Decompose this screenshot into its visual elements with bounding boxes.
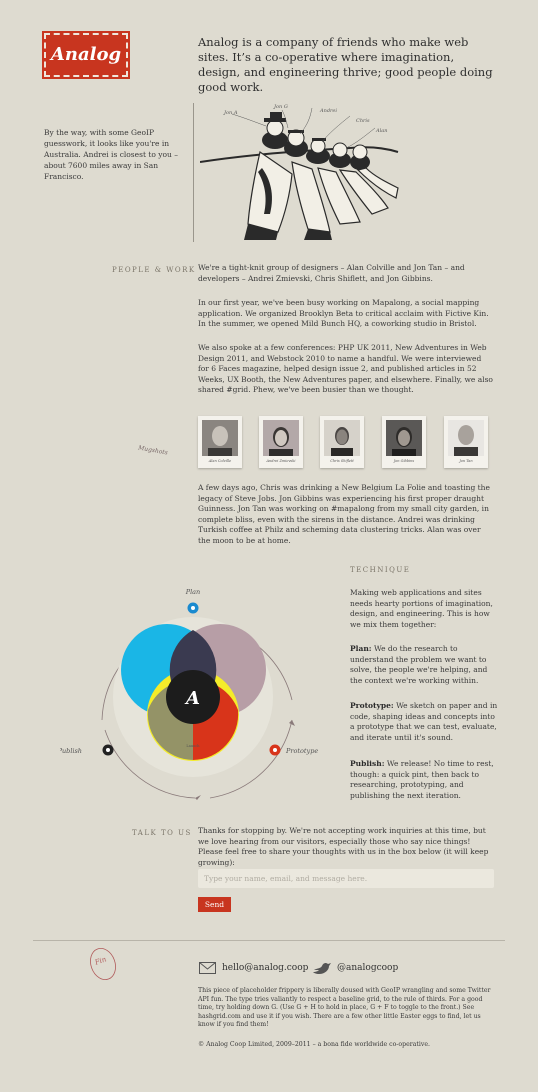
sketch-label: Jon G xyxy=(273,104,288,110)
copyright: © Analog Coop Limited, 2009–2011 – a bon… xyxy=(198,1041,430,1048)
photo-caption: Alan Colville xyxy=(208,459,232,463)
people-paragraph: We also spoke at a few conferences: PHP … xyxy=(198,343,493,394)
people-paragraph: We're a tight-knit group of designers – … xyxy=(198,263,465,283)
message-input[interactable]: Type your name, email, and message here. xyxy=(198,869,494,888)
mugshots-note: Mugshots xyxy=(137,444,169,457)
team-photo[interactable]: Jon Gibbins xyxy=(382,416,426,468)
portrait-image xyxy=(202,420,238,456)
talk-text: Thanks for stopping by. We're not accept… xyxy=(198,826,489,867)
divider-line xyxy=(193,103,194,242)
sketch-label: Andrei xyxy=(319,108,337,114)
send-button[interactable]: Send xyxy=(198,897,231,912)
diagram-center-mark: A xyxy=(184,688,200,709)
technique-item-prototype: Prototype: We sketch on paper and in cod… xyxy=(350,701,500,743)
logo[interactable]: Analog xyxy=(42,31,130,79)
portrait-image xyxy=(324,420,360,456)
photo-caption: Jon Gibbins xyxy=(393,459,415,463)
technique-item-title: Plan: xyxy=(350,644,372,653)
people-work-label: People & Work xyxy=(112,266,196,274)
sketch-label: Jon A xyxy=(223,110,238,116)
technique-intro: Making web applications and sites needs … xyxy=(350,588,493,629)
intro-statement: Analog is a company of friends who make … xyxy=(198,35,493,94)
team-photo[interactable]: Chris Shiflett xyxy=(320,416,364,468)
fine-print: This piece of placeholder frippery is li… xyxy=(198,987,491,1028)
publish-label: Publish xyxy=(60,747,82,755)
technique-label: Technique xyxy=(350,566,411,574)
technique-item-plan: Plan: We do the research to understand t… xyxy=(350,644,500,686)
team-photo[interactable]: Jon Tan xyxy=(444,416,488,468)
talk-label: Talk to us xyxy=(132,829,192,837)
sketch-label: Alan xyxy=(375,128,387,134)
portrait-image xyxy=(386,420,422,456)
team-photo[interactable]: Andrei Zmievski xyxy=(259,416,303,468)
people-paragraph: A few days ago, Chris was drinking a New… xyxy=(198,483,490,545)
photo-caption: Jon Tan xyxy=(459,459,473,463)
geoip-note: By the way, with some GeoIP guesswork, i… xyxy=(44,128,178,181)
plan-label: Plan xyxy=(185,588,201,596)
diagram-small-label: Launch xyxy=(186,744,200,748)
portrait-image xyxy=(448,420,484,456)
technique-item-publish: Publish: We release! No time to rest, th… xyxy=(350,759,500,801)
technique-diagram: A Launch Plan Publish Prototype xyxy=(60,588,318,800)
team-photo[interactable]: Alan Colville xyxy=(198,416,242,468)
sketch-label: Chris xyxy=(356,118,370,124)
footer-divider xyxy=(33,940,505,941)
people-paragraph: In our first year, we've been busy worki… xyxy=(198,298,489,328)
tug-of-war-illustration: Jon A Andrei Chris Alan Jon G xyxy=(200,104,399,240)
portrait-image xyxy=(263,420,299,456)
twitter-bird-icon xyxy=(313,962,331,974)
technique-item-title: Publish: xyxy=(350,759,385,768)
email-link[interactable]: hello@analog.coop xyxy=(222,963,308,974)
photo-caption: Chris Shiflett xyxy=(330,459,354,463)
photo-caption: Andrei Zmievski xyxy=(266,459,296,463)
email-icon xyxy=(199,962,216,974)
twitter-link[interactable]: @analogcoop xyxy=(337,963,398,974)
technique-item-title: Prototype: xyxy=(350,701,394,710)
prototype-label: Prototype xyxy=(285,747,318,755)
